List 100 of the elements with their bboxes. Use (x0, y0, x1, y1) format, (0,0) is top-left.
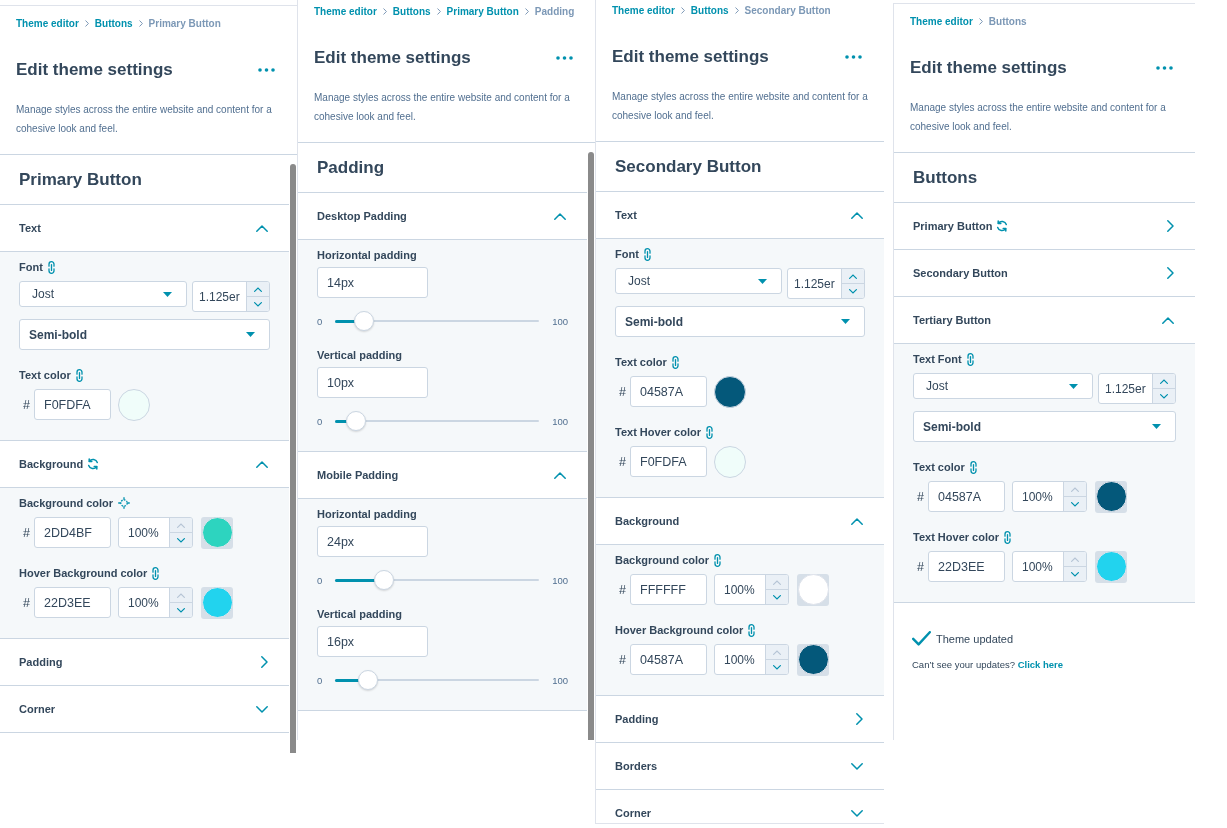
hex-input[interactable]: 04587A (630, 376, 707, 407)
dashed-ring-icon[interactable] (118, 497, 131, 509)
decrement-button[interactable] (766, 659, 788, 674)
hash-symbol: # (618, 454, 627, 469)
size-field[interactable]: 1.125er (192, 281, 270, 312)
color-swatch[interactable] (201, 516, 233, 549)
value-input[interactable]: 16px (317, 626, 428, 657)
breadcrumb-link[interactable]: Buttons (690, 4, 729, 16)
decrement-button[interactable] (1153, 388, 1175, 403)
decrement-button[interactable] (1064, 496, 1086, 511)
link-icon[interactable] (748, 623, 756, 637)
link-icon[interactable] (75, 368, 83, 382)
field-label: Text color (19, 369, 71, 381)
link-icon[interactable] (969, 460, 977, 474)
increment-button[interactable] (247, 282, 269, 296)
font-select[interactable]: Jost (615, 268, 782, 294)
caret-icon (163, 291, 172, 297)
hex-input[interactable]: 04587A (630, 644, 707, 675)
increment-button[interactable] (1153, 374, 1175, 388)
value-input[interactable]: 10px (317, 367, 428, 398)
more-icon[interactable] (845, 55, 862, 59)
hex-input[interactable]: FFFFFF (630, 574, 707, 605)
scrollbar[interactable] (290, 164, 296, 753)
size-field[interactable]: 1.125er (787, 268, 865, 299)
opacity-field[interactable]: 100% (714, 574, 789, 605)
size-field[interactable]: 1.125er (1098, 373, 1176, 404)
breadcrumb-link[interactable]: Primary Button (446, 5, 519, 17)
color-swatch[interactable] (797, 643, 829, 676)
opacity-field[interactable]: 100% (1012, 481, 1087, 512)
hash-symbol: # (22, 595, 31, 610)
slider-thumb[interactable] (353, 311, 374, 331)
hex-input[interactable]: F0FDFA (34, 389, 111, 420)
slider-min-label: 0 (317, 415, 323, 427)
decrement-button[interactable] (842, 283, 864, 298)
field-label: Background color (615, 554, 710, 566)
value-input[interactable]: 24px (317, 526, 428, 557)
color-swatch[interactable] (201, 586, 233, 619)
link-icon[interactable] (966, 352, 974, 366)
decrement-button[interactable] (1064, 566, 1086, 581)
slider-thumb[interactable] (374, 570, 395, 590)
font-select[interactable]: Jost (19, 281, 187, 307)
check-icon (912, 631, 931, 646)
weight-select[interactable]: Semi-bold (913, 411, 1176, 442)
hex-input[interactable]: F0FDFA (630, 446, 707, 477)
link[interactable]: Click here (1017, 659, 1064, 670)
scrollbar[interactable] (588, 152, 594, 740)
more-icon[interactable] (258, 68, 275, 72)
breadcrumb-link[interactable]: Buttons (94, 17, 133, 29)
color-swatch[interactable] (714, 375, 746, 408)
link-icon[interactable] (706, 425, 713, 439)
hex-input[interactable]: 2DD4BF (34, 517, 111, 548)
decrement-button[interactable] (247, 296, 269, 311)
opacity-field[interactable]: 100% (118, 587, 193, 618)
opacity-field[interactable]: 100% (118, 517, 193, 548)
link-icon[interactable] (714, 553, 722, 567)
link-icon[interactable] (152, 566, 160, 580)
chevron-down-icon (1071, 501, 1079, 507)
field-label: Text color (615, 356, 667, 368)
opacity-field[interactable]: 100% (714, 644, 789, 675)
decrement-button[interactable] (170, 602, 192, 617)
chevron-right-icon (382, 7, 387, 15)
breadcrumb-link[interactable]: Theme editor (314, 5, 377, 17)
chevron-up-icon (1071, 556, 1079, 562)
breadcrumb-link[interactable]: Theme editor (16, 17, 79, 29)
weight-select[interactable]: Semi-bold (615, 306, 865, 337)
color-swatch[interactable] (1095, 550, 1127, 583)
chevron-up-icon (849, 273, 857, 279)
panel-description: Manage styles across the entire website and content for a cohesive look and feel. (612, 90, 869, 123)
hex-input[interactable]: 22D3EE (34, 587, 111, 618)
link-icon[interactable] (47, 260, 55, 274)
color-swatch[interactable] (714, 445, 746, 478)
value-input[interactable]: 14px (317, 267, 428, 298)
field-label: Text Font (913, 353, 962, 365)
opacity-field[interactable]: 100% (1012, 551, 1087, 582)
increment-button[interactable] (842, 269, 864, 283)
weight-select[interactable]: Semi-bold (19, 319, 270, 350)
decrement-button[interactable] (170, 532, 192, 547)
more-icon[interactable] (1156, 66, 1173, 70)
hex-input[interactable]: 22D3EE (928, 551, 1005, 582)
field-label: Background color (19, 497, 114, 509)
color-swatch[interactable] (1095, 480, 1127, 513)
decrement-button[interactable] (766, 589, 788, 604)
color-swatch[interactable] (797, 573, 829, 606)
link-icon[interactable] (643, 247, 651, 261)
breadcrumb-link[interactable]: Buttons (392, 5, 431, 17)
font-select[interactable]: Jost (913, 373, 1093, 399)
hash-symbol: # (618, 582, 627, 597)
breadcrumb-link[interactable]: Theme editor (612, 4, 675, 16)
slider-thumb[interactable] (357, 670, 378, 690)
slider-thumb[interactable] (345, 411, 366, 431)
color-swatch[interactable] (118, 388, 150, 421)
hex-input[interactable]: 04587A (928, 481, 1005, 512)
chevron-right-icon (734, 6, 739, 14)
chevron-down-icon (177, 607, 185, 613)
field-label: Text color (913, 461, 965, 473)
field-label: Vertical padding (317, 608, 402, 620)
breadcrumb-link[interactable]: Theme editor (910, 15, 973, 27)
link-icon[interactable] (671, 355, 679, 369)
more-icon[interactable] (556, 56, 573, 60)
link-icon[interactable] (1004, 530, 1011, 544)
